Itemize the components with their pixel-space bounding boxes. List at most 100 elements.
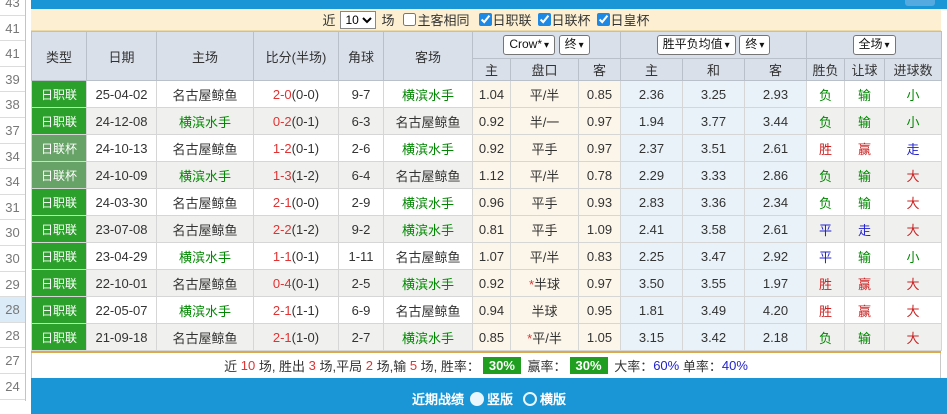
cell-result-wdl: 平 xyxy=(806,242,846,270)
gutter-number: 43 xyxy=(0,0,25,16)
cell-avg-draw: 3.77 xyxy=(682,107,745,135)
league-label: 日联杯 xyxy=(551,13,591,28)
cell-corners: 2-9 xyxy=(338,188,384,216)
cell-away-team: 横滨水手 xyxy=(383,269,473,297)
view-mode-option-竖版[interactable]: 竖版 xyxy=(469,389,513,408)
subheader-result-goals: 进球数 xyxy=(884,58,943,81)
gutter-number: 41 xyxy=(0,16,25,42)
radio-icon[interactable] xyxy=(523,392,537,406)
radio-icon[interactable] xyxy=(469,392,484,406)
cell-odds-away: 0.97 xyxy=(578,134,621,162)
cell-handicap: 平手 xyxy=(510,134,579,162)
cell-handicap: *半球 xyxy=(510,269,579,297)
summary-segment: 场, 胜出 xyxy=(255,359,309,374)
avg-time-select[interactable]: 终 ▾ xyxy=(739,35,771,55)
league-badge: 日职联 xyxy=(31,242,87,270)
summary-segment: 3 xyxy=(308,358,316,373)
cell-result-wdl: 胜 xyxy=(806,296,846,324)
summary-segment: 赢率： xyxy=(523,359,567,374)
cell-away-team: 名古屋鲸鱼 xyxy=(383,107,473,135)
same-venue-checkbox[interactable] xyxy=(403,13,417,26)
cell-corners: 9-2 xyxy=(338,215,384,243)
view-mode-radio-group: 竖版 横版 xyxy=(469,389,566,408)
odds-source-select[interactable]: Crow* ▾ xyxy=(503,35,556,55)
match-row[interactable]: 日职联 24-03-30 名古屋鲸鱼 2-1(0-0) 2-9 横滨水手 0.96 平手 0.9… xyxy=(31,188,943,216)
match-row[interactable]: 日职联 23-07-08 名古屋鲸鱼 2-2(1-2) 9-2 横滨水手 0.81 平手 1.0… xyxy=(31,215,943,243)
match-row[interactable]: 日联杯 24-10-09 横滨水手 1-3(1-2) 6-4 名古屋鲸鱼 1.12 平/半 0.… xyxy=(31,161,943,189)
subheader-avg-draw: 和 xyxy=(682,58,745,81)
cell-avg-draw: 3.51 xyxy=(682,134,745,162)
cell-home-team: 横滨水手 xyxy=(156,296,254,324)
cell-avg-win: 1.94 xyxy=(620,107,683,135)
match-row[interactable]: 日职联 24-12-08 横滨水手 0-2(0-1) 6-3 名古屋鲸鱼 0.92 半/一 0.… xyxy=(31,107,943,135)
odds-time-select[interactable]: 终 ▾ xyxy=(558,35,590,55)
gutter-number: 34 xyxy=(0,144,25,170)
scope-select[interactable]: 全场 ▾ xyxy=(852,35,896,55)
cell-date: 23-07-08 xyxy=(86,215,157,243)
match-row[interactable]: 日职联 22-05-07 横滨水手 2-1(1-1) 6-9 名古屋鲸鱼 0.94 半球 0.9… xyxy=(31,296,943,324)
cell-result-wdl: 负 xyxy=(806,188,846,216)
cell-result-goals: 大 xyxy=(884,296,943,324)
summary-segment: 5 xyxy=(409,358,418,373)
bottom-blue-bar: 近期战绩 竖版 横版 xyxy=(31,378,947,414)
match-row[interactable]: 日职联 22-10-01 名古屋鲸鱼 0-4(0-1) 2-5 横滨水手 0.92 *半球 0.… xyxy=(31,269,943,297)
subheader-result-wdl: 胜负 xyxy=(806,58,846,81)
cell-avg-draw: 3.42 xyxy=(682,323,745,351)
cell-corners: 2-7 xyxy=(338,323,384,351)
cell-avg-win: 2.83 xyxy=(620,188,683,216)
cell-avg-draw: 3.47 xyxy=(682,242,745,270)
cell-away-team: 横滨水手 xyxy=(383,215,473,243)
cell-score: 2-1(0-0) xyxy=(253,188,339,216)
cell-date: 24-12-08 xyxy=(86,107,157,135)
same-venue-filter[interactable]: 主客相同 xyxy=(397,10,470,29)
odds-group-header: Crow* ▾ 终 ▾ xyxy=(472,31,621,59)
league-badge: 日职联 xyxy=(31,323,87,351)
cell-date: 25-04-02 xyxy=(86,80,157,108)
cell-home-team: 名古屋鲸鱼 xyxy=(156,134,254,162)
chevron-down-icon: ▾ xyxy=(543,40,550,51)
recent-count-select[interactable]: 10 xyxy=(340,10,377,29)
cell-result-handicap: 输 xyxy=(844,242,886,270)
gutter-number: 41 xyxy=(0,41,25,67)
league-checkbox[interactable] xyxy=(537,13,551,26)
cell-away-team: 名古屋鲸鱼 xyxy=(383,296,473,324)
avg-source-select[interactable]: 胜平负均值 ▾ xyxy=(656,35,736,55)
rate-badge: 30% xyxy=(482,357,521,374)
league-badge: 日职联 xyxy=(31,269,87,297)
summary-segment: 近 xyxy=(224,359,241,374)
cell-result-handicap: 赢 xyxy=(844,269,886,297)
league-filter-日职联[interactable]: 日职联 xyxy=(473,10,532,29)
match-row[interactable]: 日联杯 24-10-13 名古屋鲸鱼 1-2(0-1) 2-6 横滨水手 0.92 平手 0.9… xyxy=(31,134,943,162)
league-checkbox[interactable] xyxy=(596,13,610,26)
cell-home-team: 名古屋鲸鱼 xyxy=(156,188,254,216)
result-group-header: 全场 ▾ xyxy=(806,31,943,59)
tab-chip-icon[interactable] xyxy=(905,0,935,6)
cell-away-team: 横滨水手 xyxy=(383,188,473,216)
cell-odds-home: 0.94 xyxy=(472,296,511,324)
cell-odds-home: 1.12 xyxy=(472,161,511,189)
league-badge: 日职联 xyxy=(31,107,87,135)
cell-score: 2-2(1-2) xyxy=(253,215,339,243)
cell-corners: 1-11 xyxy=(338,242,384,270)
match-row[interactable]: 日职联 25-04-02 名古屋鲸鱼 2-0(0-0) 9-7 横滨水手 1.04 平/半 0.… xyxy=(31,80,943,108)
summary-segment: 2 xyxy=(365,358,373,373)
subheader-avg-lose: 客 xyxy=(743,58,808,81)
gutter-number: 24 xyxy=(0,374,25,400)
match-row[interactable]: 日职联 21-09-18 名古屋鲸鱼 2-1(1-0) 2-7 横滨水手 0.85 *平/半 1… xyxy=(31,323,943,351)
cell-corners: 6-4 xyxy=(338,161,384,189)
cell-corners: 2-5 xyxy=(338,269,384,297)
league-filter-日皇杯[interactable]: 日皇杯 xyxy=(591,10,650,29)
cell-handicap: 平/半 xyxy=(510,80,579,108)
cell-away-team: 名古屋鲸鱼 xyxy=(383,242,473,270)
league-filter-日联杯[interactable]: 日联杯 xyxy=(532,10,591,29)
cell-score: 1-3(1-2) xyxy=(253,161,339,189)
cell-date: 24-03-30 xyxy=(86,188,157,216)
cell-result-goals: 走 xyxy=(884,134,943,162)
league-badge: 日职联 xyxy=(31,80,87,108)
view-mode-option-横版[interactable]: 横版 xyxy=(523,389,566,408)
league-checkbox[interactable] xyxy=(478,13,492,26)
cell-result-goals: 小 xyxy=(884,242,943,270)
cell-home-team: 横滨水手 xyxy=(156,242,254,270)
gutter-number: 31 xyxy=(0,195,25,221)
match-row[interactable]: 日职联 23-04-29 横滨水手 1-1(0-1) 1-11 名古屋鲸鱼 1.07 平/半 0… xyxy=(31,242,943,270)
